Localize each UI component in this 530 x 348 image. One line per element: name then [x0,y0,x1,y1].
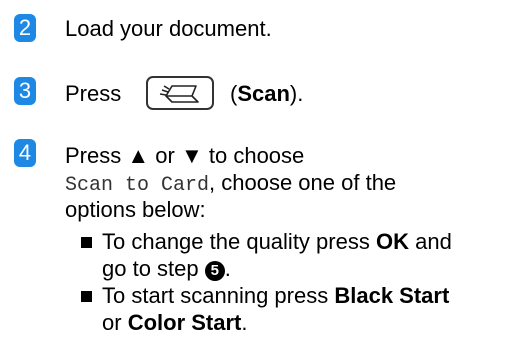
close-paren: ). [289,81,304,106]
scan-key [146,76,214,110]
scan-key-label-line: (Scan). [230,81,303,107]
step-text-tail: to choose [208,143,305,168]
step-number-badge: 2 [14,14,36,42]
bullet-text-line2: go to step 5. [102,256,231,282]
down-arrow-icon: ▼ [180,143,203,168]
bullet-text-line1: To change the quality press OK and [102,229,452,255]
bullet-text-tail: and [415,229,452,254]
or-word: or [155,143,175,168]
step-text: Load your document. [65,16,272,41]
step-text-line3: options below: [65,197,206,222]
step-text-line1: Press ▲ or ▼ to choose [65,143,304,169]
scanner-icon [159,85,199,103]
bullet-text-line1: To start scanning press Black Start [102,283,449,309]
press-word: Press [65,143,122,168]
step-text-tail: , choose one of the [209,170,397,195]
step-ref-circle: 5 [204,261,225,281]
bullet-text: To change the quality press [102,229,370,254]
bullet-text-tail: . [224,256,231,281]
step-text-prefix: Press [65,81,122,106]
bullet-text: To start scanning press [102,283,329,308]
up-arrow-icon: ▲ [127,143,150,168]
menu-item-text: Scan to Card [65,174,210,197]
or-word: or [102,310,122,335]
ok-key-label: OK [375,229,409,254]
step-text-line2: Scan to Card, choose one of the [65,170,396,199]
bullet-square-icon [81,291,92,302]
bullet-text: go to step [102,256,199,281]
bullet-square-icon [81,237,92,248]
step-number-badge: 4 [14,139,36,167]
step-number-badge: 3 [14,77,36,105]
black-start-key-label: Black Start [334,283,450,308]
bullet-text-tail: . [241,310,248,335]
color-start-key-label: Color Start [127,310,242,335]
scan-key-label: Scan [237,81,290,106]
bullet-text-line2: or Color Start. [102,310,248,336]
